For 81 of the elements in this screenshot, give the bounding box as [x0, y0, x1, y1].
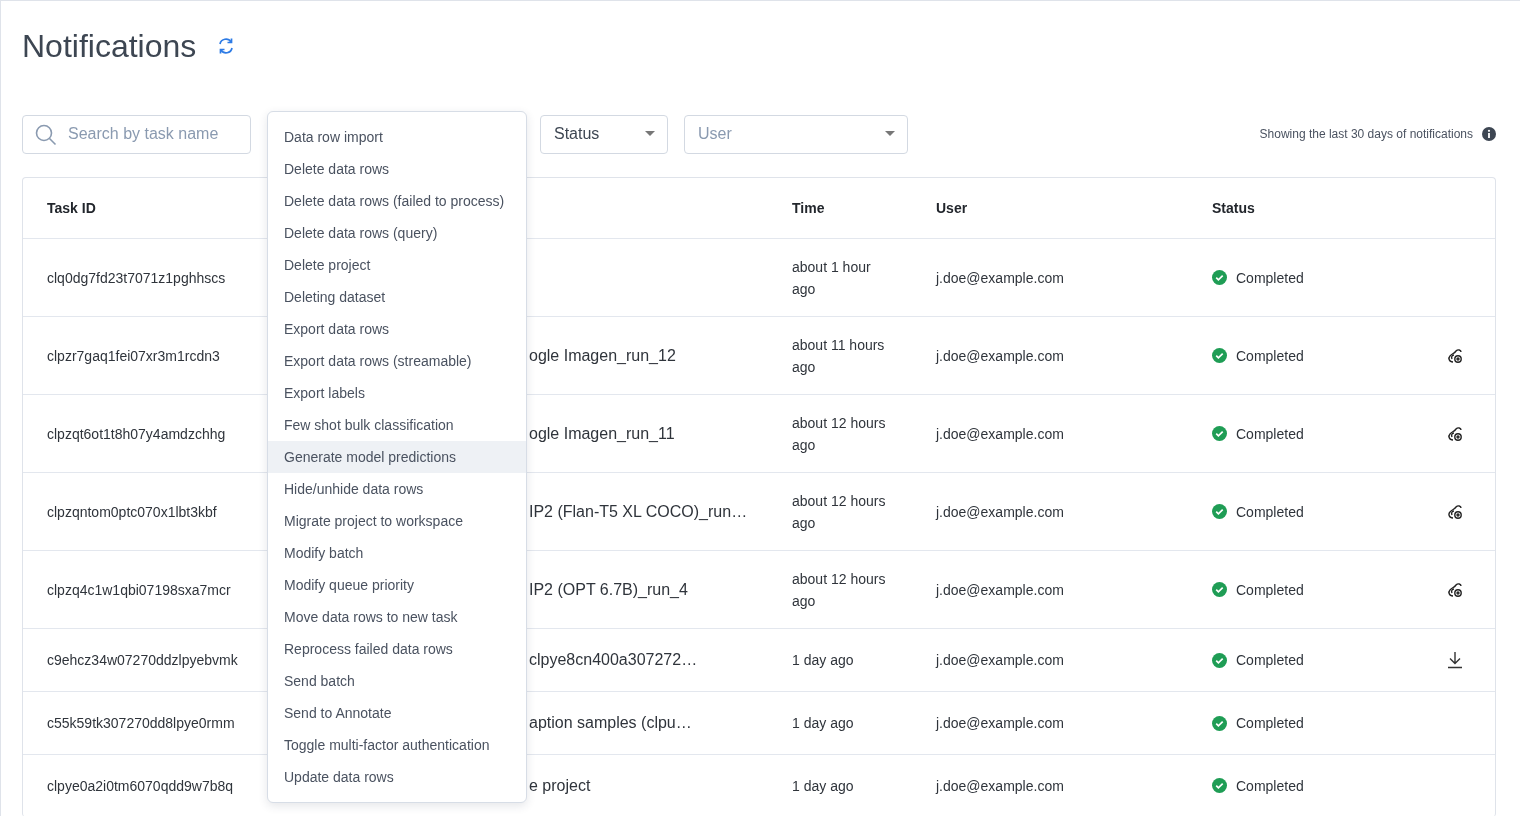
column-header: Task ID: [47, 200, 96, 216]
task-id: clpzqt6ot1t8h07y4amdzchhg: [47, 425, 226, 442]
column-header: Time: [792, 200, 825, 216]
task-name: IP2 (OPT 6.7B)_run_4: [529, 580, 688, 598]
status-text: Completed: [1236, 425, 1304, 442]
menu-item[interactable]: Move data rows to new task: [268, 601, 526, 633]
task-id: clq0dg7fd23t7071z1pghhscs: [47, 269, 226, 286]
status-text: Completed: [1236, 269, 1304, 286]
column-header: Status: [1212, 200, 1255, 216]
menu-item[interactable]: Export data rows (streamable): [268, 345, 526, 377]
user-email: j.doe@example.com: [936, 269, 1064, 286]
menu-item[interactable]: Export labels: [268, 377, 526, 409]
task-id: clpzq4c1w1qbi07198sxa7mcr: [47, 581, 231, 598]
user-email: j.doe@example.com: [936, 777, 1064, 794]
task-id: clpzqntom0ptc070x1lbt3kbf: [47, 503, 217, 520]
status-text: Completed: [1236, 715, 1304, 731]
user-email: j.doe@example.com: [936, 581, 1064, 598]
time-text: about 12 hours ago: [792, 413, 887, 455]
user-email: j.doe@example.com: [936, 425, 1064, 442]
check-circle-icon: [1212, 270, 1227, 285]
task-name: ogle Imagen_run_12: [529, 346, 676, 364]
task-id: c9ehcz34w07270ddzlpyebvmk: [47, 652, 238, 668]
time-text: about 12 hours ago: [792, 491, 887, 533]
user-email: j.doe@example.com: [936, 503, 1064, 520]
page-title: Notifications: [22, 27, 197, 65]
task-name: e project: [529, 776, 591, 794]
user-email: j.doe@example.com: [936, 652, 1064, 668]
time-text: about 1 hour ago: [792, 257, 872, 299]
check-circle-icon: [1212, 715, 1227, 731]
task-name: aption samples (clpu…: [529, 714, 692, 731]
task-name: IP2 (Flan-T5 XL COCO)_run…: [529, 502, 748, 520]
menu-item[interactable]: Delete project: [268, 249, 526, 281]
user-email: j.doe@example.com: [936, 715, 1064, 731]
task-name: clpye8cn400a307272…: [529, 651, 698, 668]
check-circle-icon: [1212, 582, 1227, 597]
time-text: 1 day ago: [792, 651, 855, 670]
user-email: j.doe@example.com: [936, 347, 1064, 364]
menu-item[interactable]: Deleting dataset: [268, 281, 526, 313]
search-field[interactable]: Search by task name: [22, 114, 251, 154]
caret-icon: [645, 131, 655, 137]
menu-item[interactable]: Send batch: [268, 665, 526, 697]
menu-item[interactable]: Update data rows: [268, 761, 526, 793]
menu-item[interactable]: Modify batch: [268, 537, 526, 569]
status-text: Completed: [1236, 777, 1304, 794]
info-icon[interactable]: [1482, 127, 1496, 141]
caret-icon: [885, 131, 895, 137]
check-circle-icon: [1212, 504, 1227, 519]
time-text: 1 day ago: [792, 714, 855, 733]
status-text: Completed: [1236, 652, 1304, 668]
task-id: clpzr7gaq1fei07xr3m1rcdn3: [47, 347, 220, 364]
menu-item[interactable]: Modify queue priority: [268, 569, 526, 601]
menu-item[interactable]: Export data rows: [268, 313, 526, 345]
menu-item[interactable]: Reprocess failed data rows: [268, 633, 526, 665]
status-text: Completed: [1236, 347, 1304, 364]
task-name: ogle Imagen_run_11: [529, 424, 675, 442]
menu-item[interactable]: Few shot bulk classification: [268, 409, 526, 441]
task-id: clpye0a2i0tm6070qdd9w7b8q: [47, 777, 234, 794]
menu-item[interactable]: Delete data rows (query): [268, 217, 526, 249]
task-id: c55k59tk307270dd8lpye0rmm: [47, 715, 235, 731]
check-circle-icon: [1212, 652, 1227, 668]
time-text: about 11 hours ago: [792, 335, 886, 377]
status-text: Completed: [1236, 581, 1304, 598]
menu-item[interactable]: Delete data rows (failed to process): [268, 185, 526, 217]
column-header: User: [936, 200, 968, 216]
menu-item[interactable]: Data row import: [268, 121, 526, 153]
menu-item[interactable]: Hide/unhide data rows: [268, 473, 526, 505]
info-text: Showing the last 30 days of notifications: [1259, 127, 1473, 141]
check-circle-icon: [1212, 426, 1227, 441]
menu-item[interactable]: Migrate project to workspace: [268, 505, 526, 537]
check-circle-icon: [1212, 348, 1227, 363]
check-circle-icon: [1212, 778, 1227, 793]
menu-item[interactable]: Send to Annotate: [268, 697, 526, 729]
status-text: Completed: [1236, 503, 1304, 520]
menu-item[interactable]: Toggle multi-factor authentication: [268, 729, 526, 761]
time-text: about 12 hours ago: [792, 569, 887, 611]
search-icon: [35, 123, 57, 146]
time-text: 1 day ago: [792, 776, 855, 796]
status-select[interactable]: Status: [540, 114, 668, 154]
menu-item[interactable]: Generate model predictions: [268, 441, 526, 473]
menu-item[interactable]: Delete data rows: [268, 153, 526, 185]
download-icon[interactable]: [1445, 651, 1464, 669]
